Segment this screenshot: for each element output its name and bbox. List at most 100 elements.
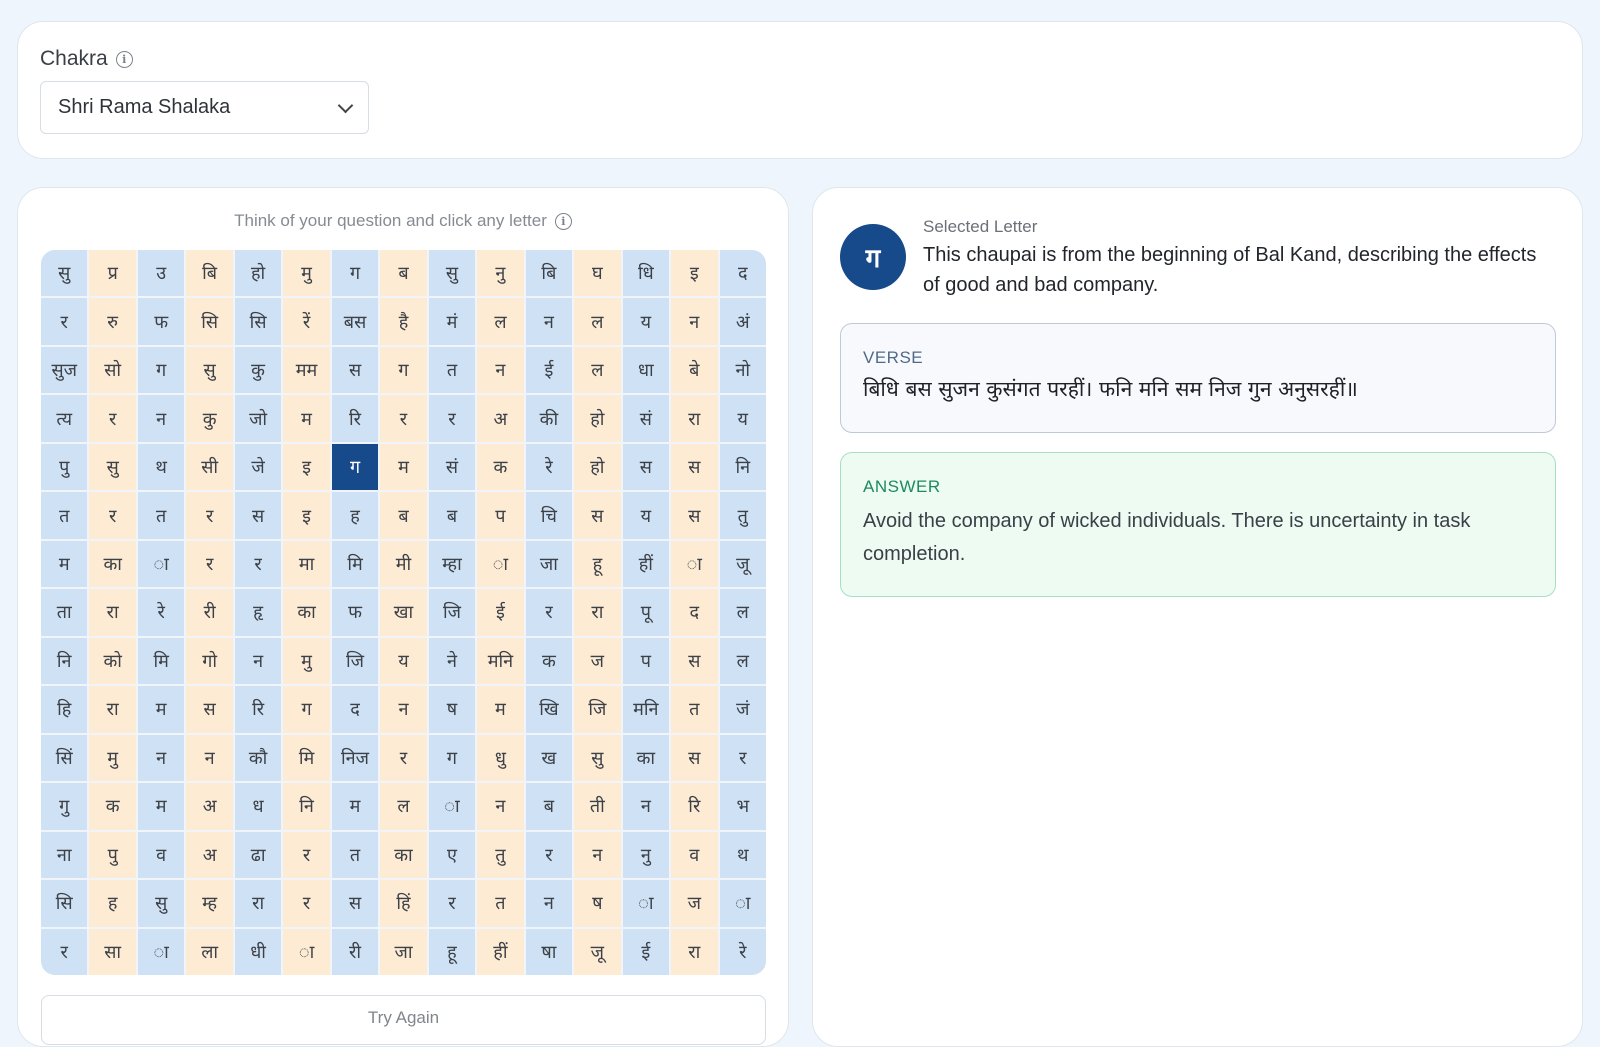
grid-cell[interactable]: ग <box>380 346 427 394</box>
grid-cell[interactable]: जू <box>719 540 766 588</box>
grid-cell[interactable]: को <box>89 637 136 685</box>
grid-cell[interactable]: र <box>186 492 233 539</box>
grid-cell[interactable]: म <box>331 783 379 830</box>
grid-cell[interactable]: थ <box>137 443 185 491</box>
grid-cell[interactable]: हो <box>574 443 621 491</box>
grid-cell[interactable]: सि <box>234 298 282 345</box>
grid-cell[interactable]: ता <box>41 589 88 636</box>
grid-cell[interactable]: म <box>137 783 185 830</box>
grid-cell[interactable]: मनि <box>477 637 524 685</box>
grid-cell[interactable]: कौ <box>234 734 282 782</box>
grid-cell[interactable]: र <box>380 395 427 442</box>
grid-cell[interactable]: ई <box>622 928 670 975</box>
grid-cell[interactable]: त्य <box>41 395 88 442</box>
grid-cell[interactable]: नि <box>283 783 330 830</box>
grid-cell[interactable]: घ <box>574 250 621 297</box>
grid-cell[interactable]: मम <box>283 346 330 394</box>
grid-cell[interactable]: त <box>671 686 718 733</box>
grid-cell[interactable]: मु <box>89 734 136 782</box>
try-again-button[interactable]: Try Again <box>41 995 766 1045</box>
grid-cell[interactable]: सु <box>186 346 233 394</box>
grid-cell[interactable]: धी <box>234 928 282 975</box>
grid-cell[interactable]: गो <box>186 637 233 685</box>
grid-cell[interactable]: चि <box>525 492 573 539</box>
grid-cell[interactable]: त <box>428 346 476 394</box>
grid-cell[interactable]: ा <box>137 540 185 588</box>
grid-cell[interactable]: ई <box>477 589 524 636</box>
grid-cell[interactable]: स <box>671 443 718 491</box>
grid-cell[interactable]: जि <box>428 589 476 636</box>
grid-cell[interactable]: पु <box>89 831 136 879</box>
grid-cell[interactable]: र <box>525 589 573 636</box>
grid-cell[interactable]: नि <box>41 637 88 685</box>
grid-cell[interactable]: रा <box>234 880 282 927</box>
grid-cell[interactable]: न <box>574 831 621 879</box>
grid-cell[interactable]: थ <box>719 831 766 879</box>
grid-cell[interactable]: सु <box>41 250 88 297</box>
grid-cell[interactable]: सा <box>89 928 136 975</box>
grid-cell[interactable]: की <box>525 395 573 442</box>
grid-cell[interactable]: न <box>477 783 524 830</box>
grid-cell[interactable]: रि <box>234 686 282 733</box>
grid-cell[interactable]: सु <box>137 880 185 927</box>
grid-cell[interactable]: बस <box>331 298 379 345</box>
grid-cell[interactable]: न <box>137 395 185 442</box>
grid-cell[interactable]: नि <box>719 443 766 491</box>
grid-cell[interactable]: न <box>186 734 233 782</box>
grid-cell[interactable]: री <box>331 928 379 975</box>
grid-cell[interactable]: तु <box>719 492 766 539</box>
grid-cell[interactable]: म <box>380 443 427 491</box>
grid-cell[interactable]: हू <box>574 540 621 588</box>
info-icon[interactable]: i <box>115 50 133 68</box>
grid-cell[interactable]: सुज <box>41 346 88 394</box>
grid-cell[interactable]: द <box>671 589 718 636</box>
grid-cell[interactable]: मि <box>331 540 379 588</box>
grid-cell[interactable]: कु <box>234 346 282 394</box>
grid-cell[interactable]: र <box>234 540 282 588</box>
grid-cell[interactable]: ती <box>574 783 621 830</box>
grid-cell[interactable]: स <box>331 880 379 927</box>
grid-cell[interactable]: प <box>477 492 524 539</box>
grid-cell[interactable]: रि <box>671 783 718 830</box>
grid-cell[interactable]: क <box>525 637 573 685</box>
grid-cell[interactable]: अं <box>719 298 766 345</box>
grid-cell[interactable]: खि <box>525 686 573 733</box>
grid-cell[interactable]: मु <box>283 250 330 297</box>
grid-cell[interactable]: ा <box>428 783 476 830</box>
grid-cell[interactable]: ल <box>380 783 427 830</box>
grid-cell[interactable]: जं <box>719 686 766 733</box>
grid-cell[interactable]: र <box>428 395 476 442</box>
grid-cell[interactable]: हीं <box>477 928 524 975</box>
grid-cell[interactable]: क <box>477 443 524 491</box>
grid-cell[interactable]: जा <box>525 540 573 588</box>
grid-cell[interactable]: त <box>331 831 379 879</box>
grid-cell[interactable]: स <box>622 443 670 491</box>
grid-cell[interactable]: य <box>622 492 670 539</box>
grid-cell[interactable]: सि <box>186 298 233 345</box>
grid-cell[interactable]: ा <box>477 540 524 588</box>
grid-cell[interactable]: खा <box>380 589 427 636</box>
grid-cell[interactable]: सु <box>428 250 476 297</box>
grid-cell[interactable]: कु <box>186 395 233 442</box>
grid-cell[interactable]: र <box>428 880 476 927</box>
grid-cell[interactable]: ई <box>525 346 573 394</box>
grid-cell[interactable]: सि <box>41 880 88 927</box>
grid-cell[interactable]: ने <box>428 637 476 685</box>
grid-cell[interactable]: इ <box>671 250 718 297</box>
grid-cell[interactable]: री <box>186 589 233 636</box>
grid-cell[interactable]: का <box>622 734 670 782</box>
grid-cell[interactable]: न <box>477 346 524 394</box>
grid-cell[interactable]: स <box>671 492 718 539</box>
grid-cell[interactable]: र <box>186 540 233 588</box>
grid-cell[interactable]: जि <box>331 637 379 685</box>
grid-cell[interactable]: इ <box>283 443 330 491</box>
grid-cell[interactable]: रें <box>283 298 330 345</box>
grid-cell[interactable]: सिं <box>41 734 88 782</box>
grid-cell[interactable]: सु <box>574 734 621 782</box>
grid-cell[interactable]: फ <box>137 298 185 345</box>
grid-cell[interactable]: धि <box>622 250 670 297</box>
grid-cell[interactable]: र <box>283 831 330 879</box>
grid-cell[interactable]: न <box>137 734 185 782</box>
grid-cell[interactable]: ध <box>234 783 282 830</box>
grid-cell[interactable]: धु <box>477 734 524 782</box>
